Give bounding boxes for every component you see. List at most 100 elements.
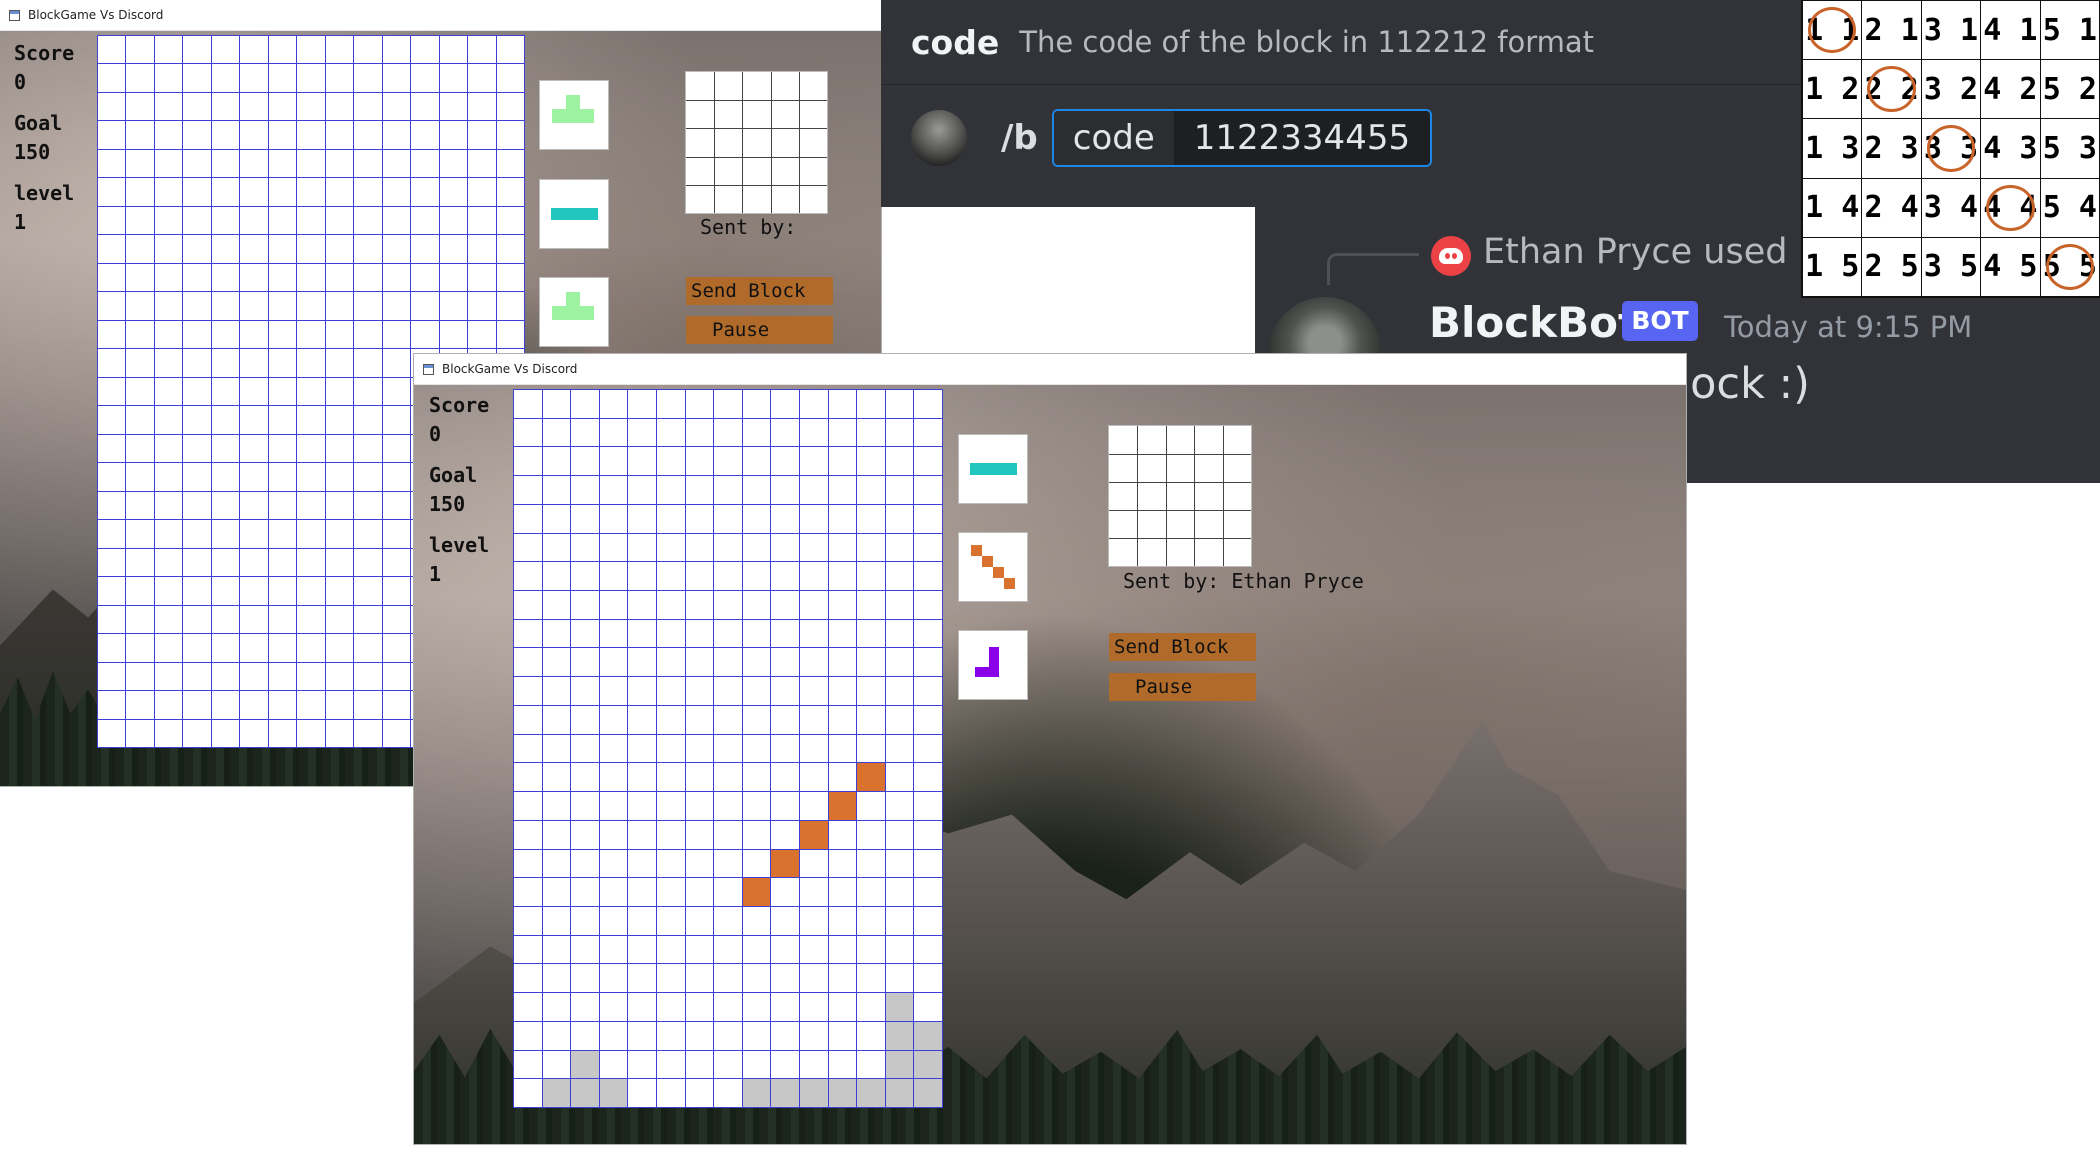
board-cell (153, 120, 183, 149)
game-board[interactable] (513, 389, 943, 1108)
option-name: code (1053, 111, 1174, 165)
board-cell (210, 690, 240, 719)
command-option[interactable]: code 1122334455 (1051, 109, 1433, 167)
board-cell (381, 262, 411, 292)
screenshot-root: BlockGame Vs Discord Score 0 Goal 150 le… (0, 0, 2100, 1164)
board-cell (570, 389, 599, 418)
board-cell (827, 389, 857, 418)
board-cell (570, 647, 599, 677)
board-cell (713, 934, 742, 964)
board-cell (570, 992, 599, 1021)
board-cell (97, 547, 126, 577)
board-cell (856, 992, 885, 1021)
board-cell (267, 661, 297, 691)
board-cell (770, 819, 799, 849)
board-cell (884, 762, 914, 792)
pause-button[interactable]: Pause (1109, 673, 1256, 701)
board-cell (324, 405, 354, 434)
preview-cell (686, 100, 715, 128)
board-cell (856, 1020, 885, 1050)
board-cell (239, 148, 268, 178)
board-cell (495, 291, 524, 320)
board-cell (210, 148, 240, 178)
board-cell (296, 35, 325, 64)
message-input[interactable]: /b code 1122334455 (911, 108, 1433, 168)
board-cell (210, 490, 240, 520)
board-cell (513, 791, 542, 820)
placed-block-cell (799, 819, 828, 849)
board-cell (210, 576, 240, 605)
board-cell (656, 503, 685, 533)
locked-block-cell (570, 1078, 599, 1107)
board-cell (239, 547, 268, 577)
board-cell (324, 433, 354, 463)
board-cell (856, 561, 885, 591)
bot-username[interactable]: BlockBot (1429, 298, 1638, 347)
board-cell (381, 490, 411, 520)
board-cell (239, 35, 268, 64)
command-suggestion[interactable]: code The code of the block in 112212 for… (911, 20, 1594, 64)
board-cell (210, 319, 240, 349)
board-cell (267, 718, 297, 747)
board-cell (353, 661, 382, 691)
board-cell (296, 690, 325, 719)
board-cell (267, 319, 297, 349)
board-cell (570, 417, 599, 447)
board-cell (438, 205, 468, 235)
code-cell: 3 4 (1921, 177, 1982, 237)
level-label: level (14, 181, 75, 205)
board-cell (353, 205, 382, 235)
board-cell (827, 561, 857, 591)
board-cell (741, 618, 771, 648)
board-cell (267, 547, 297, 577)
board-cell (913, 647, 942, 677)
board-cell (684, 676, 714, 705)
board-cell (210, 262, 240, 292)
board-cell (324, 120, 354, 149)
board-cell (856, 819, 885, 849)
board-cell (239, 490, 268, 520)
board-cell (684, 762, 714, 792)
send-block-button[interactable]: Send Block (1109, 633, 1256, 661)
board-cell (913, 389, 942, 418)
board-cell (182, 63, 211, 92)
board-cell (182, 348, 211, 377)
board-cell (684, 389, 714, 418)
game-window-2: BlockGame Vs Discord Score 0 Goal 150 le… (414, 354, 1686, 1144)
board-cell (495, 63, 524, 92)
board-cell (153, 690, 183, 719)
board-cell (541, 704, 571, 734)
stats-panel: Score 0 Goal 150 level 1 (429, 391, 489, 601)
board-cell (741, 791, 771, 820)
reply-context[interactable]: Ethan Pryce used (1483, 232, 1787, 272)
pause-button[interactable]: Pause (686, 316, 833, 344)
board-cell (125, 433, 154, 463)
board-cell (770, 590, 799, 619)
board-cell (324, 291, 354, 320)
board-cell (856, 791, 885, 820)
board-cell (210, 291, 240, 320)
board-cell (267, 291, 297, 320)
board-cell (513, 934, 542, 964)
board-cell (570, 532, 599, 562)
board-cell (296, 433, 325, 463)
board-cell (570, 934, 599, 964)
board-cell (438, 63, 468, 92)
board-cell (827, 417, 857, 447)
board-cell (656, 934, 685, 964)
circled-code-cell: 4 4 (1981, 177, 2041, 237)
board-cell (627, 704, 656, 734)
code-cell: 4 5 (1981, 236, 2041, 296)
board-cell (410, 63, 439, 92)
board-cell (541, 733, 571, 763)
board-cell (856, 446, 885, 476)
game-background: Score 0 Goal 150 level 1 Sent by: Ethan … (414, 385, 1686, 1144)
send-block-button[interactable]: Send Block (686, 277, 833, 305)
board-cell (239, 690, 268, 719)
board-cell (381, 462, 411, 491)
board-cell (827, 762, 857, 792)
option-value-input[interactable]: 1122334455 (1173, 111, 1431, 165)
board-cell (296, 262, 325, 292)
locked-block-cell (856, 1078, 885, 1107)
board-cell (153, 433, 183, 463)
